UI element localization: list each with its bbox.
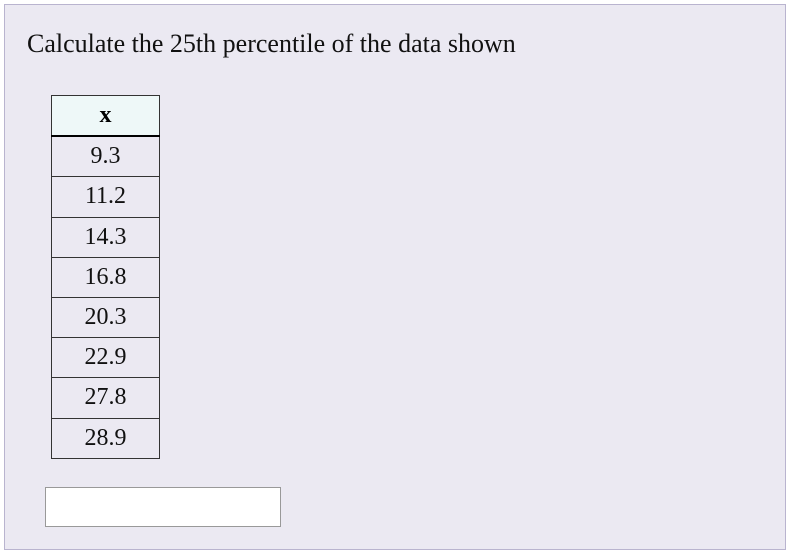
table-row: 27.8 (52, 378, 160, 418)
table-header-row: x (52, 96, 160, 137)
table-row: 14.3 (52, 217, 160, 257)
table-row: 11.2 (52, 177, 160, 217)
data-cell: 22.9 (52, 338, 160, 378)
column-header-x: x (52, 96, 160, 137)
data-table: x 9.3 11.2 14.3 16.8 20.3 22.9 27.8 28.9 (51, 95, 160, 459)
table-row: 16.8 (52, 257, 160, 297)
data-cell: 14.3 (52, 217, 160, 257)
data-cell: 16.8 (52, 257, 160, 297)
table-row: 28.9 (52, 418, 160, 458)
data-cell: 28.9 (52, 418, 160, 458)
table-row: 9.3 (52, 136, 160, 177)
data-cell: 27.8 (52, 378, 160, 418)
answer-input[interactable] (45, 487, 281, 527)
table-row: 20.3 (52, 297, 160, 337)
data-cell: 9.3 (52, 136, 160, 177)
data-cell: 20.3 (52, 297, 160, 337)
data-cell: 11.2 (52, 177, 160, 217)
table-row: 22.9 (52, 338, 160, 378)
question-panel: Calculate the 25th percentile of the dat… (4, 4, 786, 550)
question-text: Calculate the 25th percentile of the dat… (27, 29, 765, 59)
